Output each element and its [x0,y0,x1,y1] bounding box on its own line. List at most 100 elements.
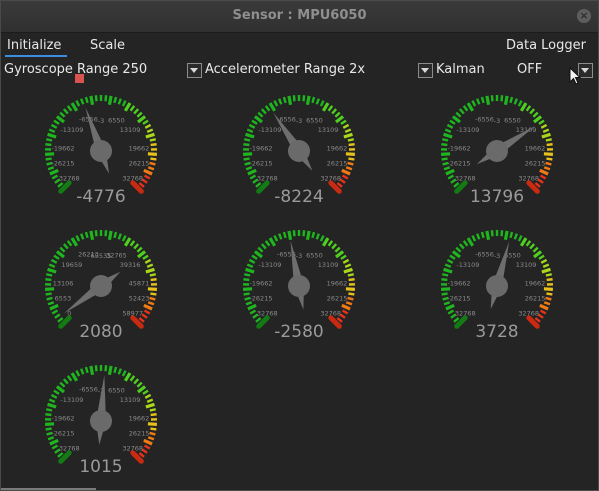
gauge-tick [546,143,553,147]
gauge-tick [462,105,469,112]
gauge-tick [94,230,98,237]
gauge-tick [453,317,460,323]
gauge-tick [341,174,349,180]
gauge-tick [136,111,143,118]
gauge-tick [150,157,157,161]
gauge-tick [145,402,155,409]
gauge-tick [246,263,254,268]
gauge-tick [89,365,95,376]
gauge-tick [133,378,140,385]
gauge-tick [47,436,55,441]
gauge-tick [546,157,553,161]
gauge-tick-label: 6550 [504,117,521,125]
gauge-tick [243,138,251,142]
gauge-tick [539,168,549,176]
gauge-tick-label: 6550 [306,252,323,260]
gauge-tick [334,246,341,253]
gauge-tick [55,250,65,259]
gauge-tick-label: 32768 [122,445,143,453]
gauge-tick [146,128,154,133]
gauge-tick [117,368,122,375]
gauge-tick [117,98,122,105]
gauge-tick [47,402,57,409]
gauge-1: -6556655013109-1310919662-1966226215-262… [44,95,158,207]
gauge-tick [451,115,461,124]
gauge-tick [445,168,455,176]
gauge-tick-label: 6550 [108,387,125,395]
gauge-5: -6556 655013109-1310919662-1966226215-262… [242,230,356,342]
gauge-tick [53,254,60,260]
gauge-tick [94,95,98,102]
gauge-tick [343,132,353,139]
gauge-tick-label: 6550 [108,117,125,125]
gauge-tick [147,287,157,291]
gauge-tick [529,243,536,250]
gauge-tick [150,413,157,417]
gauge-tick [45,273,53,277]
gauge-tick [341,309,349,315]
gauge-tick [445,303,455,311]
gauge-tick [443,166,451,171]
gauge-tick [441,143,448,147]
gauge-tick [341,303,351,311]
gauge-tick [455,246,462,253]
gauge-tick [104,365,108,372]
gauge-tick-label: 26215 [525,159,546,167]
gauge-tick [47,301,55,306]
gauge-tick [143,444,151,450]
gauge-tick-label: 32768 [320,310,341,318]
gauge-tick [70,102,79,112]
gauge-tick-label: 52423 [129,294,150,302]
gauge-tick-label: 19662 [327,145,348,153]
gauge-tick [315,98,320,105]
gauge-tick-label: 32768 [59,445,80,453]
gauge-tick [344,263,352,268]
gauge-tick [49,438,59,446]
gauge-tick [490,230,494,237]
gauge-tick [444,128,452,133]
gauge-tick-label: -3 [296,117,302,125]
gauge-tick [347,296,354,301]
gauge-tick [268,102,277,112]
gauge-tick [55,385,65,394]
gauge-tick-label: 13109 [318,261,339,269]
gauge-tick [543,166,551,171]
gauge-tick [133,108,140,115]
gauge-tick-label: 32768 [518,310,539,318]
gauge-tick [345,152,355,156]
gauge-tick [264,105,271,112]
gauge-tick [331,243,338,250]
gauge-tick [143,309,151,315]
gauge-tick [347,161,354,166]
gauge-6: -6556 655013109-1310919662-1966226215-262… [440,230,554,342]
gauge-tick [104,95,108,102]
gauge-tick [532,111,539,118]
gauge-tick [542,263,550,268]
gauge-tick [447,174,455,180]
gauge-tick [45,152,55,156]
gauge-tick [149,296,156,301]
gauge-tick [66,105,73,112]
gauge-tick [251,119,258,125]
gauge-tick [509,231,514,239]
gauge-tick [335,250,345,259]
gauge-tick [519,102,528,112]
gauge-tick-label: 32768 [320,175,341,183]
gauge-tick [84,231,89,239]
gauge-tick [342,123,350,129]
gauge-tick [59,246,66,253]
gauge-tick [55,115,65,124]
gauge-tick-label: -6556 [79,385,98,393]
gauge-tick [485,230,491,241]
gauge-tick [136,246,143,253]
gauge-tick [264,240,271,247]
gauge-tick [49,168,59,176]
gauge-value: 2080 [79,322,122,342]
gauge-tick [462,240,469,247]
gauge-tick [517,100,523,107]
gauge-tick-label: -19662 [448,280,471,288]
gauge-tick-label: -13109 [60,126,83,134]
gauge-tick [545,161,552,166]
gauge-tick [532,246,539,253]
gauge-tick-label: -13109 [258,261,281,269]
